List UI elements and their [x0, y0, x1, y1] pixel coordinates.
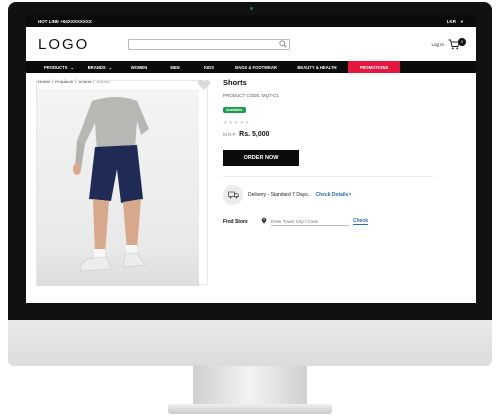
availability-badge: Available [223, 107, 246, 113]
check-details-link[interactable]: Check Details> [316, 192, 352, 198]
truck-icon [223, 185, 243, 205]
nav-label: MEN [170, 64, 180, 70]
product-title: Shorts [223, 78, 247, 87]
main-nav: PRODUCTS ⌄ BRANDS ⌄ WOMEN MEN KIDS BAGS & … [26, 61, 476, 73]
product-image[interactable] [37, 89, 199, 286]
monitor-stand-base [168, 404, 332, 414]
hotline-text: HOT LINE +94XXXXXXXX [38, 18, 92, 24]
chevron-down-icon: ⌄ [70, 64, 75, 70]
cart-icon [448, 39, 460, 51]
price-row: M.R.P. Rs. 5,000 [223, 131, 433, 138]
nav-label: KIDS [203, 64, 214, 70]
nav-label: BRANDS [87, 64, 106, 70]
nav-label: WOMEN [130, 64, 148, 70]
product-gallery [26, 78, 211, 290]
price-value: Rs. 5,000 [239, 131, 270, 138]
find-store-label: Find Store [223, 218, 248, 225]
search-input[interactable] [128, 38, 290, 50]
logo[interactable]: LOGO [38, 36, 128, 53]
nav-item-products[interactable]: PRODUCTS ⌄ [38, 61, 80, 73]
login-link[interactable]: Log In [431, 42, 444, 47]
store-search-input[interactable] [271, 217, 349, 226]
chevron-down-icon: ⌄ [108, 64, 113, 70]
nav-label: PRODUCTS [44, 64, 68, 70]
cart-count-badge: 0 [458, 37, 466, 46]
nav-item-bags-footwear[interactable]: BAGS & FOOTWEAR [226, 61, 286, 73]
location-pin-icon [261, 217, 267, 226]
store-check-button[interactable]: Check [353, 218, 369, 225]
cart-button[interactable]: 0 [448, 37, 466, 51]
order-now-button[interactable]: ORDER NOW [223, 150, 299, 166]
nav-item-brands[interactable]: BRANDS ⌄ [80, 61, 120, 73]
nav-item-beauty-health[interactable]: BEAUTY & HEALTH [286, 61, 348, 73]
mrp-label: M.R.P. [223, 132, 237, 137]
monitor-mockup: HOT LINE +94XXXXXXXX LKR ▼ LOGO Log In 0 [0, 0, 500, 416]
currency-selector[interactable]: LKR ▼ [447, 19, 464, 24]
site-header: LOGO Log In 0 [26, 27, 476, 61]
nav-item-women[interactable]: WOMEN [120, 61, 158, 73]
monitor-stand-neck [193, 366, 307, 406]
nav-label: BEAUTY & HEALTH [297, 64, 337, 70]
nav-item-kids[interactable]: KIDS [192, 61, 226, 73]
header-actions: Log In 0 [431, 37, 466, 51]
currency-label: LKR [446, 18, 457, 24]
product-code: PRODUCT CODE: MQT-C1 [223, 93, 279, 98]
delivery-text: Delivery - Standard 7 Days.. [248, 192, 311, 198]
rating-stars[interactable]: ★★★★★ [223, 120, 433, 126]
chevron-down-icon: ▼ [460, 18, 464, 24]
monitor-chin [8, 320, 492, 366]
product-image-frame [36, 80, 208, 286]
divider [223, 176, 433, 177]
nav-item-promotions[interactable]: PROMOTIONS [348, 61, 400, 73]
wishlist-heart-icon[interactable] [197, 78, 211, 90]
product-info: Shorts PRODUCT CODE: MQT-C1 Available ★★… [223, 78, 433, 226]
nav-label: BAGS & FOOTWEAR [235, 64, 277, 70]
webcam-dot [250, 7, 253, 10]
nav-label: PROMOTIONS [359, 64, 389, 70]
delivery-row: Delivery - Standard 7 Days.. Check Detai… [223, 185, 433, 205]
search-icon[interactable] [279, 35, 287, 53]
nav-item-men[interactable]: MEN [158, 61, 192, 73]
top-bar: HOT LINE +94XXXXXXXX LKR ▼ [26, 15, 476, 27]
find-store-row: Find Store Check [223, 217, 433, 226]
